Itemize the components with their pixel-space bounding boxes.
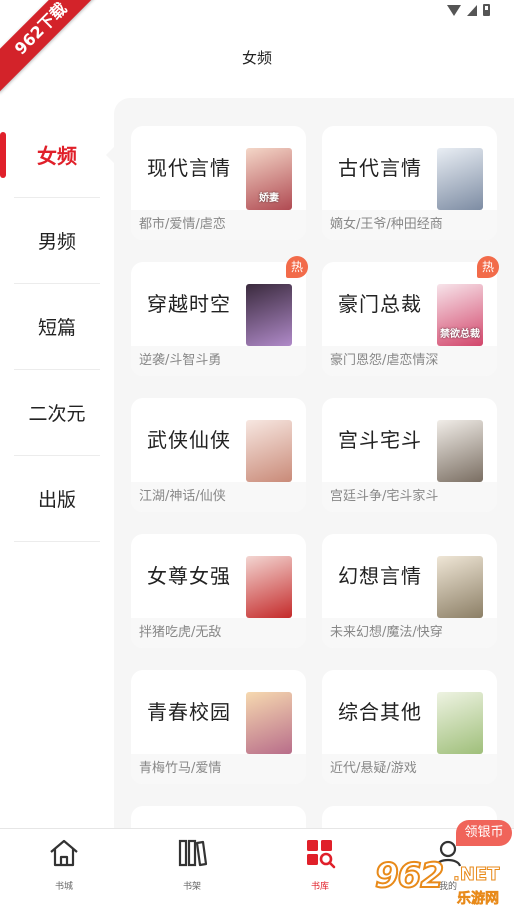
sidebar-item-anime[interactable]: 二次元 [14, 370, 100, 456]
page-title: 女频 [241, 49, 272, 67]
wifi-icon [447, 4, 461, 16]
category-card[interactable]: 宫斗宅斗宫廷斗争/宅斗家斗 [322, 398, 497, 512]
category-tags: 青梅竹马/爱情 [131, 754, 306, 784]
book-cover-image [437, 692, 483, 754]
category-card-header: 武侠仙侠 [131, 398, 306, 482]
sidebar-item-female[interactable]: 女频 [0, 112, 114, 198]
category-title: 宫斗宅斗 [338, 428, 422, 452]
category-title: 武侠仙侠 [147, 428, 231, 452]
tab-bookstore[interactable]: 书城 [0, 829, 128, 914]
category-card[interactable]: 武侠仙侠江湖/神话/仙侠 [131, 398, 306, 512]
category-tags: 拌猪吃虎/无敌 [131, 618, 306, 648]
category-title: 现代言情 [147, 156, 231, 180]
category-card-header: 现代言情娇妻 [131, 126, 306, 210]
category-tags: 嫡女/王爷/种田经商 [322, 210, 497, 240]
sidebar-item-short[interactable]: 短篇 [14, 284, 100, 370]
book-cover-image [437, 556, 483, 618]
watermark-number: 962 [374, 855, 445, 897]
cover-title-text: 禁欲总裁 [440, 329, 480, 340]
category-tags: 豪门恩怨/虐恋情深 [322, 346, 497, 376]
signal-icon [467, 4, 477, 16]
category-card-header: 青春校园 [131, 670, 306, 754]
sidebar-item-male[interactable]: 男频 [14, 198, 100, 284]
sidebar-item-label: 男频 [37, 231, 76, 253]
watermark-name: 乐游网 [457, 891, 500, 908]
category-card[interactable]: 豪门总裁禁欲总裁豪门恩怨/虐恋情深 热 [322, 256, 499, 376]
category-card[interactable]: 青春校园青梅竹马/爱情 [131, 670, 306, 784]
category-tags: 江湖/神话/仙侠 [131, 482, 306, 512]
tab-label: 书库 [310, 882, 329, 892]
category-card-partial [131, 806, 306, 828]
category-card[interactable]: 幻想言情未来幻想/魔法/快穿 [322, 534, 497, 648]
category-title: 青春校园 [147, 700, 231, 724]
category-tags: 近代/悬疑/游戏 [322, 754, 497, 784]
tab-label: 书城 [54, 882, 73, 892]
hot-badge: 热 [286, 256, 308, 278]
book-cover-image: 禁欲总裁 [437, 284, 483, 346]
tab-library[interactable]: 书库 [256, 829, 384, 914]
battery-icon [483, 4, 490, 16]
watermark-suffix: .NET [452, 864, 500, 886]
category-card[interactable]: 古代言情嫡女/王爷/种田经商 [322, 126, 497, 240]
book-cover-image [246, 420, 292, 482]
sidebar-item-label: 短篇 [37, 317, 76, 339]
category-title: 综合其他 [338, 700, 422, 724]
category-card-header: 古代言情 [322, 126, 497, 210]
sidebar-item-label: 出版 [37, 489, 76, 511]
category-card-header: 穿越时空 [131, 262, 306, 346]
top-bar: 女频 [0, 40, 514, 76]
category-tags: 逆袭/斗智斗勇 [131, 346, 306, 376]
category-card[interactable]: 穿越时空逆袭/斗智斗勇 热 [131, 256, 308, 376]
book-cover-image [246, 556, 292, 618]
book-cover-image [246, 284, 292, 346]
category-card-header: 综合其他 [322, 670, 497, 754]
tab-bookshelf[interactable]: 书架 [128, 829, 256, 914]
status-icons [447, 4, 490, 16]
category-title: 古代言情 [338, 156, 422, 180]
category-title: 幻想言情 [338, 564, 422, 588]
category-card-header: 幻想言情 [322, 534, 497, 618]
site-watermark-logo: 962 .NET 乐游网 [374, 855, 514, 914]
category-card-header: 女尊女强 [131, 534, 306, 618]
category-title: 穿越时空 [147, 292, 231, 316]
sidebar-item-label: 女频 [37, 144, 77, 168]
hot-badge: 热 [477, 256, 499, 278]
reward-badge[interactable]: 领银币 [456, 820, 512, 846]
book-cover-image [437, 148, 483, 210]
tab-label: 书架 [182, 882, 201, 892]
category-card-header: 宫斗宅斗 [322, 398, 497, 482]
book-cover-image [246, 692, 292, 754]
library-grid-icon [307, 840, 336, 869]
category-grid-panel: 现代言情 娇妻 都市/爱情/虐恋 古代言情 嫡女/王爷/种田经商 穿越时空 逆袭/斗智斗勇热… [114, 98, 514, 828]
sidebar-item-published[interactable]: 出版 [14, 456, 100, 542]
home-icon [50, 839, 78, 867]
category-tags: 都市/爱情/虐恋 [131, 210, 306, 240]
category-card[interactable]: 女尊女强拌猪吃虎/无敌 [131, 534, 306, 648]
category-tags: 宫廷斗争/宅斗家斗 [322, 482, 497, 512]
category-card[interactable]: 综合其他近代/悬疑/游戏 [322, 670, 497, 784]
app-screen: 962下载 女频 女频 男频 短篇 二次元 出版 现代言情 娇妻 都市/爱情/虐恋古… [0, 0, 514, 914]
sidebar-item-label: 二次元 [28, 403, 86, 425]
category-sidebar: 女频 男频 短篇 二次元 出版 [0, 112, 114, 542]
category-title: 女尊女强 [147, 564, 231, 588]
category-card[interactable]: 现代言情娇妻都市/爱情/虐恋 [131, 126, 306, 240]
bookshelf-icon [178, 839, 208, 867]
category-tags: 未来幻想/魔法/快穿 [322, 618, 497, 648]
cover-title-text: 娇妻 [259, 193, 279, 204]
book-cover-image [437, 420, 483, 482]
book-cover-image: 娇妻 [246, 148, 292, 210]
category-title: 豪门总裁 [338, 292, 422, 316]
category-card-header: 豪门总裁禁欲总裁 [322, 262, 497, 346]
